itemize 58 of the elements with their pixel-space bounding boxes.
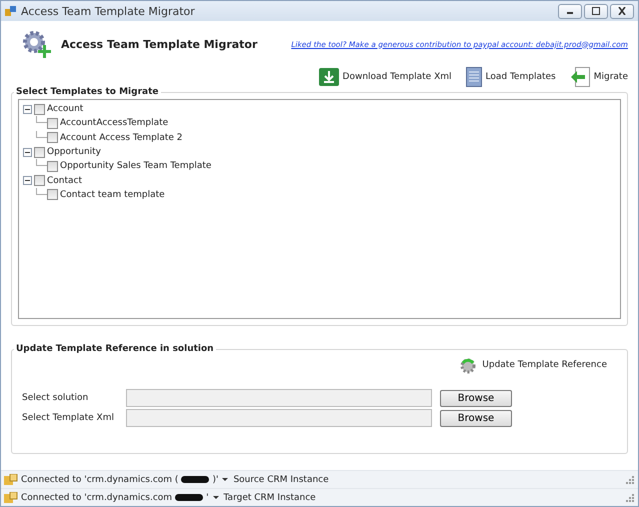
instance-label: Target CRM Instance xyxy=(224,492,316,502)
instance-label: Source CRM Instance xyxy=(233,474,329,484)
checkbox[interactable] xyxy=(34,146,45,158)
close-icon xyxy=(617,7,627,15)
checkbox[interactable] xyxy=(47,132,58,144)
tree-item[interactable]: Opportunity xyxy=(47,147,102,158)
plug-icon xyxy=(4,474,18,486)
close-button[interactable] xyxy=(610,4,634,18)
connection-text: )' xyxy=(212,474,218,484)
arrow-icon xyxy=(570,67,590,87)
document-icon xyxy=(466,67,482,87)
tree-item[interactable]: Account xyxy=(47,104,84,114)
redaction-mark xyxy=(175,494,204,501)
collapse-icon[interactable] xyxy=(23,148,34,157)
gear-icon xyxy=(458,356,478,374)
field-label: Select Template Xml xyxy=(21,413,115,423)
connection-text: Connected to 'crm.dynamics.com ( xyxy=(21,474,178,484)
resize-grip-icon xyxy=(626,494,634,502)
resize-grip-icon xyxy=(626,476,634,484)
connection-text: Connected to 'crm.dynamics.com xyxy=(21,492,172,502)
toolbar-button[interactable]: Migrate xyxy=(570,67,628,87)
checkbox[interactable] xyxy=(47,189,58,200)
tree-line xyxy=(36,159,47,166)
tree-item[interactable]: AccountAccessTemplate xyxy=(60,118,168,128)
app-icon xyxy=(5,5,17,17)
gear-icon xyxy=(21,29,51,59)
tree-line xyxy=(36,116,47,124)
collapse-icon[interactable] xyxy=(23,104,34,114)
maximize-icon xyxy=(591,7,601,15)
toolbar-button[interactable]: Load Templates xyxy=(466,67,556,87)
group-title: Update Template Reference in solution xyxy=(15,344,215,354)
tree-item[interactable]: Contact xyxy=(47,176,82,186)
tree-line xyxy=(36,130,47,138)
field-label: Select solution xyxy=(21,393,90,403)
window-title: Access Team Template Migrator xyxy=(21,4,196,18)
dropdown-icon[interactable] xyxy=(221,476,230,482)
minimize-button[interactable] xyxy=(558,4,582,18)
browse-button[interactable]: Browse xyxy=(440,390,512,406)
group-title: Select Templates to Migrate xyxy=(15,87,160,97)
tree-item[interactable]: Contact team template xyxy=(60,190,165,200)
tree-line xyxy=(36,188,47,195)
toolbar-button[interactable]: Download Template Xml xyxy=(318,67,452,87)
update-button[interactable]: Update Template Reference xyxy=(458,356,607,374)
browse-button[interactable]: Browse xyxy=(440,410,512,426)
checkbox[interactable] xyxy=(34,104,45,115)
connection-text: ' xyxy=(206,492,209,502)
tree-item[interactable]: Opportunity Sales Team Template xyxy=(60,161,212,172)
tree-item[interactable]: Account Access Template 2 xyxy=(60,132,183,143)
app-title: Access Team Template Migrator xyxy=(61,38,258,50)
maximize-button[interactable] xyxy=(584,4,608,18)
checkbox[interactable] xyxy=(47,118,58,129)
download-icon xyxy=(318,68,339,86)
redaction-mark xyxy=(181,476,210,483)
checkbox[interactable] xyxy=(34,175,45,186)
checkbox[interactable] xyxy=(47,160,58,172)
plug-icon xyxy=(4,492,18,504)
dropdown-icon[interactable] xyxy=(212,494,221,500)
collapse-icon[interactable] xyxy=(23,176,34,186)
